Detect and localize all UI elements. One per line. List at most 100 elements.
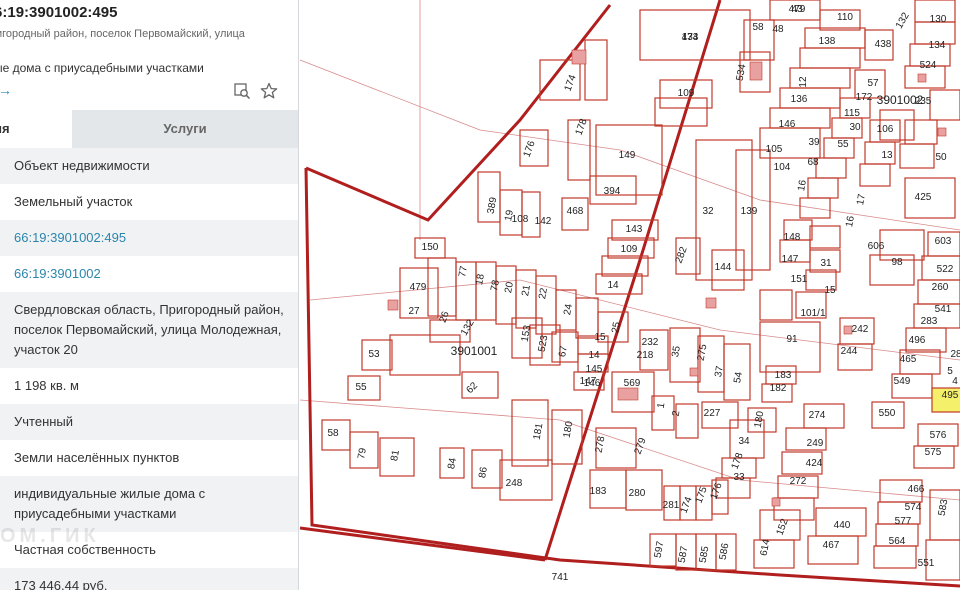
parcel-number-label: 549 — [894, 376, 911, 387]
address-summary: игородный район, поселок Первомайский, у… — [0, 28, 245, 40]
parcel-number-label: 275 — [696, 343, 710, 362]
map-labels: 133434813813258130110174534438 1341091217… — [327, 4, 960, 583]
parcel-number-label: 115 — [844, 108, 860, 119]
parcel-number-label: 139 — [741, 206, 758, 217]
arrow-link[interactable]: → — [0, 82, 12, 98]
parcel-number-label: 550 — [879, 408, 896, 419]
parcel-number-label: 389 — [486, 196, 500, 215]
parcel-number-label: 13 — [881, 150, 893, 161]
parcel-number-label: 183 — [775, 370, 792, 381]
parcel-number-label: 495 — [942, 390, 959, 401]
parcel-number-label: 130 — [930, 14, 947, 25]
cadastral-value: 173 446,44 руб. — [0, 568, 298, 590]
parcel-number-label: 34 — [738, 436, 750, 447]
parcel-number-label: 174 — [679, 495, 695, 515]
parcel-number-label: 394 — [604, 186, 621, 197]
parcel-number-label: 16 — [796, 179, 809, 192]
parcel-number-label: 14 — [588, 350, 600, 361]
parcel-number-label: 425 — [915, 192, 932, 203]
parcel-number-label: 178 — [730, 451, 746, 471]
info-panel: к 66:19:3901002:495 игородный район, пос… — [0, 0, 299, 590]
parcel-number-label: 142 — [535, 216, 552, 227]
parcel-number-label: 274 — [809, 410, 826, 421]
parcel-number-label: 50 — [935, 152, 947, 163]
parcel-number-label: 438 — [875, 39, 892, 50]
parcel-number-label: 465 — [900, 354, 917, 365]
tab-services[interactable]: Услуги — [72, 110, 298, 148]
parcel-number-label: 39 — [808, 137, 820, 148]
parcel-number-label: 260 — [932, 282, 949, 293]
parcel-number-label: 33 — [733, 472, 745, 483]
parcel-number-label: 150 — [422, 242, 439, 253]
parcel-number-label: 31 — [820, 258, 832, 269]
parcel-number-label: 479 — [789, 4, 806, 15]
parcel-number-label: 564 — [889, 536, 906, 547]
parcel-number-label: 22 — [537, 287, 550, 300]
parcel-number-label: 136 — [791, 94, 808, 105]
parcel-number-label: 146 — [779, 119, 796, 130]
parcel-number-label: 232 — [642, 337, 659, 348]
usage-summary: ые дома с приусадебными участками — [0, 61, 204, 75]
quarter-number-link[interactable]: 66:19:3901002 — [0, 256, 298, 292]
parcel-number-label: 741 — [552, 572, 569, 583]
parcel-number-label: 132 — [894, 10, 912, 30]
parcel-number-label: 479 — [410, 282, 427, 293]
parcel-number-label: 110 — [837, 12, 853, 23]
cadastral-number[interactable]: 66:19:3901002:495 — [14, 230, 126, 245]
parcel-number-label: 147 — [580, 376, 597, 387]
parcel-number-label: 281 — [663, 500, 680, 511]
cadastral-number-link[interactable]: 66:19:3901002:495 — [0, 220, 298, 256]
parcel-number-label: 244 — [841, 346, 858, 357]
parcel-number-label: 55 — [355, 382, 367, 393]
parcel-number-label: 541 — [935, 304, 952, 315]
parcel-number-label: 279 — [633, 436, 649, 456]
parcel-number-label: 53 — [368, 349, 380, 360]
parcel-number-label: 523 — [537, 334, 551, 353]
parcel-number-label: 577 — [895, 516, 912, 527]
tab-info[interactable]: ия — [0, 110, 72, 148]
parcel-number-label: 26 — [438, 310, 452, 325]
parcel-number-label: 32 — [702, 206, 714, 217]
parcel-number-label: 151 — [791, 274, 808, 285]
parcel-number-label: 248 — [506, 478, 523, 489]
parcel-number-label: 242 — [852, 324, 869, 335]
parcel-number-label: 27 — [408, 306, 420, 317]
parcel-number-label: 585 — [698, 545, 712, 564]
parcel-number-label: 524 — [920, 60, 937, 71]
parcel-number-label: 180 — [562, 420, 576, 439]
parcel-number-label: 81 — [389, 449, 402, 462]
object-kind: Земельный участок — [14, 194, 133, 209]
parcel-number-label: 574 — [905, 502, 922, 513]
parcel-number-label: 576 — [930, 430, 947, 441]
quarter-number[interactable]: 66:19:3901002 — [14, 266, 101, 281]
star-icon[interactable] — [260, 82, 278, 100]
parcel-number-label: 424 — [806, 458, 823, 469]
parcel-number-label: 496 — [909, 335, 926, 346]
parcel-number-label: 78 — [489, 279, 502, 292]
parcel-number-label: 218 — [637, 350, 654, 361]
parcel-number-label: 569 — [624, 378, 641, 389]
parcel-number-label: 21 — [520, 284, 533, 297]
property-address: Свердловская область, Пригородный район,… — [0, 292, 298, 368]
parcel-number-label: 28 — [950, 349, 960, 360]
parcel-number-label: 134 — [929, 40, 946, 51]
parcel-number-label: 575 — [925, 447, 942, 458]
parcel-number-label: 68 — [807, 157, 819, 168]
parcel-number-label: 35 — [670, 345, 683, 358]
parcel-number-label: 109 — [621, 244, 638, 255]
parcel-number-label: 67 — [557, 345, 570, 358]
map-search-icon[interactable] — [233, 82, 251, 100]
parcel-number-label: 586 — [718, 542, 732, 561]
parcel-number-label: 474 — [682, 32, 699, 43]
parcel-number-label: 174 — [563, 73, 579, 93]
parcel-number-label: 280 — [629, 488, 646, 499]
quarter-label: 3901001 — [451, 344, 498, 358]
parcel-number-label: 109 — [678, 88, 695, 99]
permitted-use: индивидуальные жилые дома с приусадебным… — [0, 476, 298, 532]
property-details: Объект недвижимости Земельный участок 66… — [0, 148, 298, 590]
parcel-number-label: 79 — [356, 447, 369, 460]
parcel-number-label: 12 — [798, 76, 809, 88]
parcel-number-label: 283 — [921, 316, 938, 327]
parcel-number-label: 62 — [464, 380, 480, 396]
parcel-number-label: 551 — [918, 558, 935, 569]
